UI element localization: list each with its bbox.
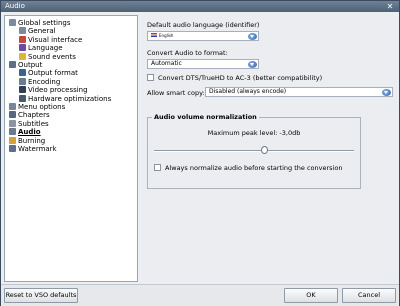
convert-audio-label: Convert Audio to format:: [147, 49, 228, 57]
tree-item-watermark[interactable]: Watermark: [9, 145, 57, 154]
tree-item-label: Hardware optimizations: [28, 94, 112, 103]
language-icon: [19, 44, 26, 52]
normalization-title: Audio volume normalization: [152, 113, 259, 121]
convert-audio-select[interactable]: Automatic: [147, 59, 259, 69]
tree-item-label: Burning: [18, 136, 46, 145]
normalization-group: Audio volume normalization Maximum peak …: [147, 113, 361, 189]
tree-item-label: Language: [28, 44, 63, 53]
tree-item-label: Output: [18, 61, 43, 69]
footer-bar: Reset to VSO defaults OK Cancel: [1, 284, 399, 306]
settings-tree: Global settings General Visual interface La…: [4, 15, 138, 282]
tree-item-label: Audio: [18, 128, 41, 137]
convert-audio-value: Automatic: [151, 60, 182, 67]
settings-icon: [9, 19, 16, 26]
tree-item-label: Output format: [28, 69, 78, 78]
dts-checkbox[interactable]: [147, 74, 154, 81]
output-format-icon: [19, 69, 26, 77]
tree-item-label: Subtitles: [18, 119, 49, 128]
tree-item-label: Menu options: [18, 103, 66, 111]
smart-copy-label: Allow smart copy:: [147, 89, 205, 97]
sound-events-icon: [19, 52, 26, 60]
smart-copy-value: Disabled (always encode): [209, 88, 287, 95]
output-icon: [9, 61, 16, 68]
tree-item-label: Video processing: [28, 86, 88, 95]
always-normalize-checkbox[interactable]: [154, 164, 161, 171]
default-language-select[interactable]: English: [147, 31, 259, 41]
reset-defaults-button[interactable]: Reset to VSO defaults: [4, 288, 78, 303]
subtitles-icon: [9, 119, 16, 127]
default-language-label: Default audio language (identifier): [147, 21, 260, 29]
visual-interface-icon: [19, 35, 26, 43]
tree-item-label: Visual interface: [28, 35, 83, 44]
tree-item-label: General: [28, 27, 56, 36]
chevron-down-icon: [248, 33, 257, 40]
close-icon[interactable]: ✕: [385, 1, 395, 12]
burning-icon: [9, 136, 16, 144]
audio-settings-window: Audio ✕ Global settings General Visual int…: [0, 0, 400, 306]
tree-item-label: Watermark: [18, 145, 57, 153]
video-processing-icon: [19, 86, 26, 94]
watermark-icon: [9, 145, 16, 152]
encoding-icon: [19, 77, 26, 85]
title-bar: Audio ✕: [1, 1, 399, 12]
dts-checkbox-label: Convert DTS/TrueHD to AC-3 (better compa…: [158, 74, 323, 82]
chapters-icon: [9, 111, 16, 119]
audio-icon: [9, 128, 16, 136]
default-language-value: English: [159, 33, 174, 38]
always-normalize-label: Always normalize audio before starting t…: [165, 164, 343, 172]
audio-settings-panel: Default audio language (identifier) Engl…: [141, 15, 397, 282]
chevron-down-icon: [248, 61, 257, 68]
chevron-down-icon: [382, 89, 391, 96]
hardware-icon: [19, 94, 26, 102]
tree-item-label: Global settings: [18, 19, 71, 27]
window-title: Audio: [5, 2, 25, 10]
general-icon: [19, 27, 26, 35]
ok-button[interactable]: OK: [284, 288, 338, 303]
tree-item-label: Encoding: [28, 77, 61, 86]
cancel-button[interactable]: Cancel: [342, 288, 396, 303]
menu-options-icon: [9, 103, 16, 110]
smart-copy-select[interactable]: Disabled (always encode): [205, 87, 393, 97]
tree-item-label: Chapters: [18, 111, 50, 120]
flag-icon: [151, 33, 157, 37]
peak-level-slider[interactable]: [154, 150, 354, 152]
peak-level-label: Maximum peak level: -3,0db: [207, 129, 301, 137]
slider-thumb[interactable]: [260, 146, 268, 154]
tree-item-label: Sound events: [28, 52, 76, 61]
